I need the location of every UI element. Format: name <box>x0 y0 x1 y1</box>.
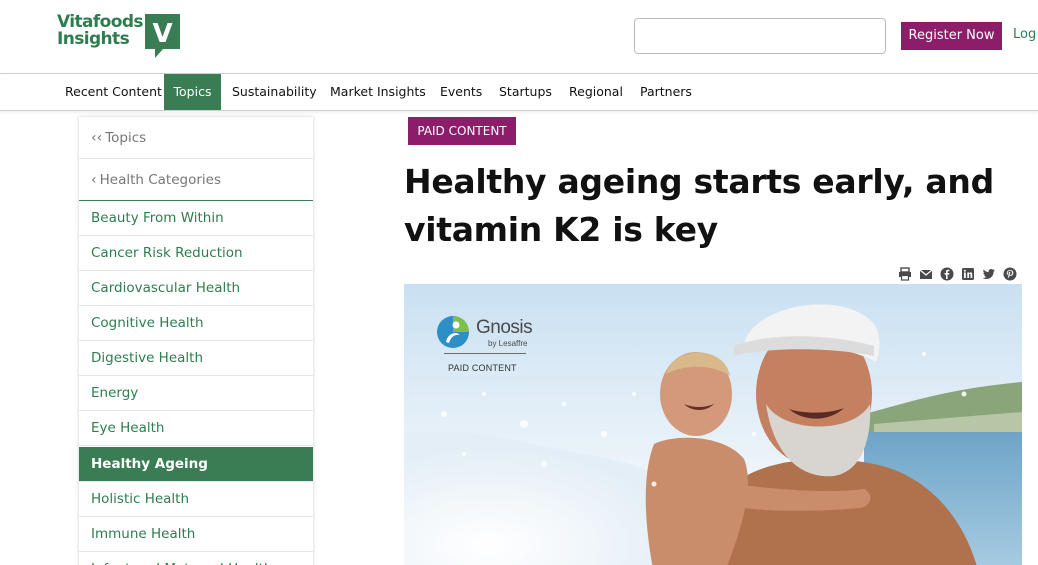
sidebar-back-health-label: Health Categories <box>99 172 221 188</box>
sidebar-item-cardiovascular-health[interactable]: Cardiovascular Health <box>79 271 313 306</box>
sidebar-item-healthy-ageing[interactable]: Healthy Ageing <box>79 447 313 482</box>
nav-item-regional[interactable]: Regional <box>569 74 623 110</box>
sidebar-item-energy[interactable]: Energy <box>79 376 313 411</box>
nav-item-recent-content[interactable]: Recent Content <box>65 74 162 110</box>
sidebar-item-holistic-health[interactable]: Holistic Health <box>79 482 313 517</box>
sidebar-item-digestive-health[interactable]: Digestive Health <box>79 341 313 376</box>
nav-item-events[interactable]: Events <box>440 74 482 110</box>
share-toolbar <box>898 267 1017 281</box>
email-icon[interactable] <box>919 267 933 281</box>
twitter-icon[interactable] <box>982 267 996 281</box>
linkedin-icon[interactable] <box>961 267 975 281</box>
article-title-line-1: Healthy ageing starts early, and <box>404 162 994 201</box>
logo-line-2: Insights <box>57 29 130 49</box>
sidebar-item-immune-health[interactable]: Immune Health <box>79 517 313 552</box>
gnosis-logo-icon <box>437 316 469 348</box>
sidebar-item-infant-maternal-health[interactable]: Infant and Maternal Health <box>79 552 313 565</box>
hero-logo-divider <box>444 353 526 354</box>
paid-content-badge: PAID CONTENT <box>408 117 516 145</box>
site-header: Vitafoods Insights V Register Now Log In <box>0 0 1038 74</box>
hero-brand-name: Gnosis <box>476 317 533 338</box>
pinterest-icon[interactable] <box>1003 267 1017 281</box>
sidebar-item-eye-health[interactable]: Eye Health <box>79 411 313 446</box>
nav-item-market-insights[interactable]: Market Insights <box>330 74 426 110</box>
sidebar-back-topics[interactable]: ‹‹ Topics <box>79 117 313 159</box>
logo-v-mark-icon: V <box>145 14 180 58</box>
nav-item-sustainability[interactable]: Sustainability <box>232 74 317 110</box>
search-input[interactable] <box>634 18 886 54</box>
hero-sponsor-logo: Gnosis by Lesaffre PAID CONTENT <box>436 313 536 379</box>
sidebar-item-beauty-from-within[interactable]: Beauty From Within <box>79 201 313 236</box>
article-title: Healthy ageing starts early, and vitamin… <box>404 158 1004 254</box>
nav-item-partners[interactable]: Partners <box>640 74 692 110</box>
nav-item-topics[interactable]: Topics <box>164 74 221 110</box>
hero-paid-content-label: PAID CONTENT <box>448 363 517 373</box>
sidebar-back-topics-label: Topics <box>105 130 147 146</box>
nav-item-startups[interactable]: Startups <box>499 74 552 110</box>
hero-brand-sub: by Lesaffre <box>488 339 528 348</box>
login-link[interactable]: Log In <box>1013 27 1038 42</box>
sidebar-item-cognitive-health[interactable]: Cognitive Health <box>79 306 313 341</box>
facebook-icon[interactable] <box>940 267 954 281</box>
svg-text:V: V <box>152 19 172 49</box>
topics-sidebar: ‹‹ Topics ‹ Health Categories Beauty From … <box>79 117 313 565</box>
register-now-button[interactable]: Register Now <box>901 22 1002 50</box>
article-hero-image: Gnosis by Lesaffre PAID CONTENT <box>404 284 1022 565</box>
article-title-line-2: vitamin K2 is key <box>404 210 718 249</box>
chevron-left-icon: ‹ <box>91 172 97 188</box>
main-nav: Recent Content Topics Sustainability Mar… <box>0 73 1038 111</box>
sidebar-item-cancer-risk-reduction[interactable]: Cancer Risk Reduction <box>79 236 313 271</box>
print-icon[interactable] <box>898 267 912 281</box>
site-logo[interactable]: Vitafoods Insights V <box>57 14 181 60</box>
logo-wordmark: Vitafoods Insights <box>57 14 144 49</box>
sidebar-back-health-categories[interactable]: ‹ Health Categories <box>79 159 313 201</box>
double-chevron-left-icon: ‹‹ <box>91 130 103 146</box>
